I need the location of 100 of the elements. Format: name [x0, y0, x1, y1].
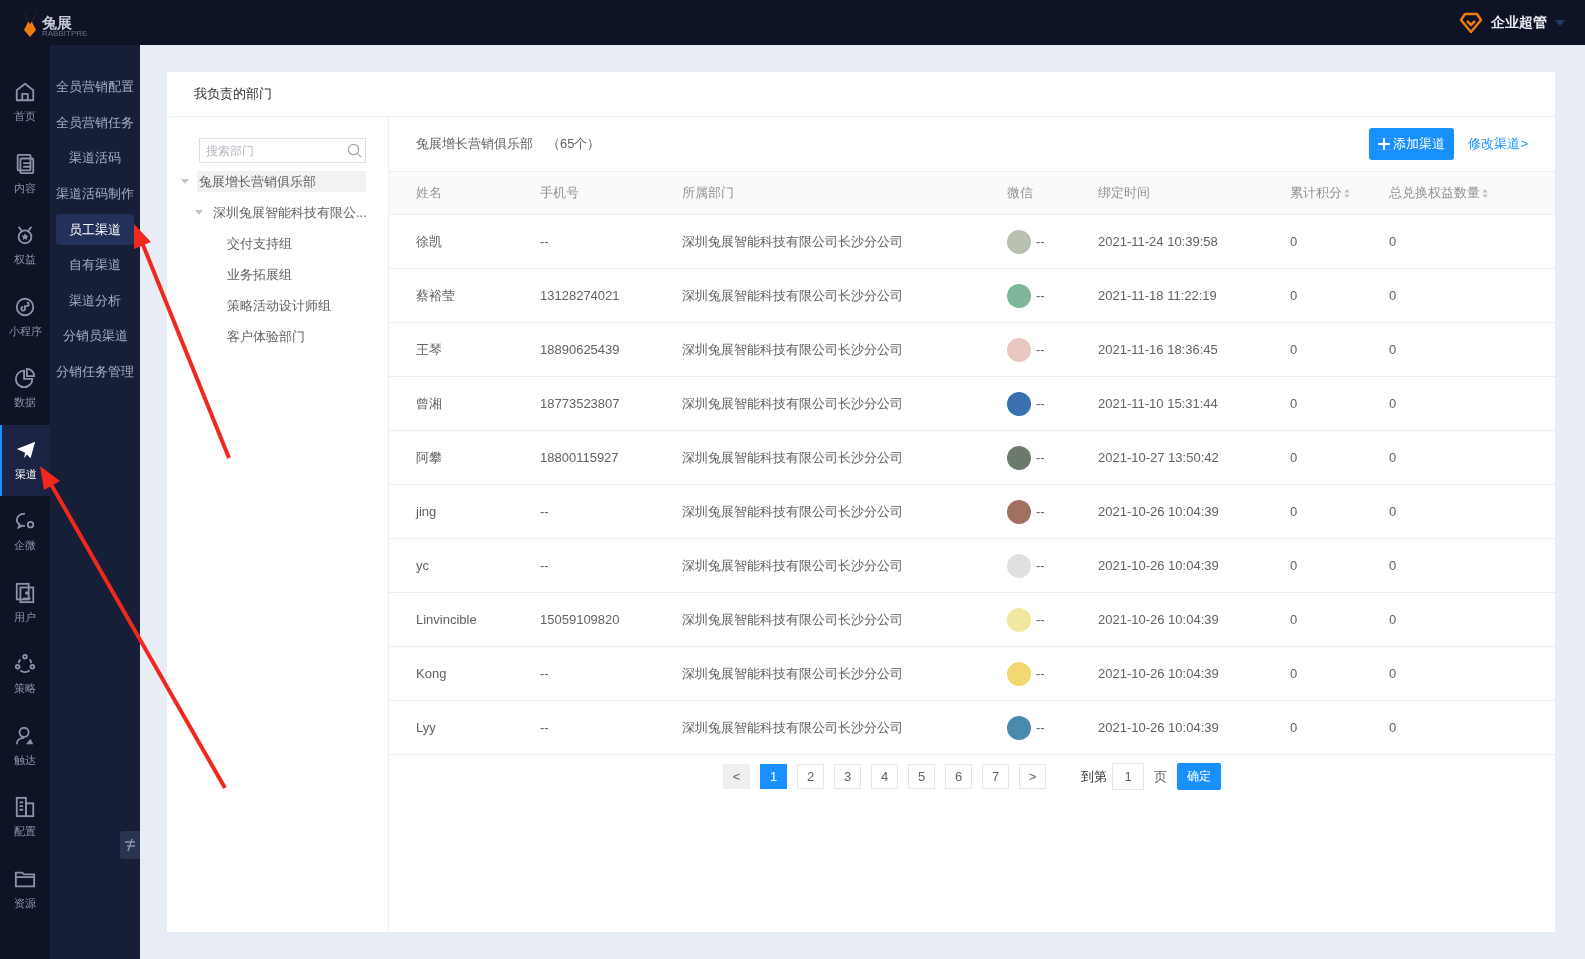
nav-item[interactable]: 渠道: [0, 424, 50, 496]
tree-item[interactable]: 兔展增长营销俱乐部: [197, 171, 366, 192]
submenu-item[interactable]: 分销任务管理: [56, 356, 134, 388]
table-cell: 2021-10-26 10:04:39: [1098, 504, 1219, 519]
table-cell: 深圳兔展智能科技有限公司长沙分公司: [682, 233, 903, 249]
table-cell: 0: [1290, 666, 1298, 681]
edit-channel-link[interactable]: 修改渠道>: [1468, 135, 1528, 153]
table-cell: --: [540, 666, 549, 681]
table-cell: --: [1036, 396, 1045, 411]
submenu-item[interactable]: 渠道分析: [56, 285, 134, 317]
logo-text: 兔展: [42, 14, 73, 30]
table-cell: 18890625439: [540, 342, 620, 357]
tree-item[interactable]: 客户体验部门: [225, 326, 366, 347]
table-cell: 深圳兔展智能科技有限公司长沙分公司: [682, 665, 903, 681]
submenu-item[interactable]: 分销员渠道: [56, 321, 134, 352]
table-cell: --: [1036, 234, 1045, 249]
table-cell: --: [1036, 450, 1045, 465]
home-icon[interactable]: [14, 81, 36, 104]
nav-item[interactable]: 用户: [0, 567, 50, 639]
submenu-item[interactable]: 自有渠道: [56, 249, 134, 281]
contact-card-icon[interactable]: [14, 581, 36, 604]
table-cell: 0: [1290, 288, 1298, 303]
tree-item[interactable]: 策略活动设计师组: [225, 295, 366, 316]
tree-item[interactable]: 业务拓展组: [225, 264, 366, 285]
user-name[interactable]: 企业超管: [1491, 13, 1547, 32]
page-button[interactable]: 6: [945, 764, 972, 789]
avatar-photo: [1007, 229, 1031, 254]
submenu-item[interactable]: 员工渠道: [56, 214, 134, 245]
prev-page-button[interactable]: <: [723, 764, 750, 789]
link-circle-icon[interactable]: [14, 295, 36, 318]
table-cell: 0: [1389, 720, 1397, 735]
pie-chart-icon[interactable]: [14, 367, 36, 390]
page-button[interactable]: 3: [834, 764, 861, 789]
search-field[interactable]: 搜索部门: [199, 138, 366, 163]
table-cell: 深圳兔展智能科技有限公司长沙分公司: [682, 395, 903, 411]
table-cell: 曾湘: [416, 395, 442, 411]
table-cell: 2021-10-26 10:04:39: [1098, 558, 1219, 573]
table-cell: Linvincible: [416, 612, 477, 627]
page-button[interactable]: 4: [871, 764, 898, 789]
collapse-button[interactable]: [120, 831, 140, 859]
table-cell: 0: [1389, 504, 1397, 519]
table-cell: --: [540, 558, 549, 573]
plus-icon: [1378, 138, 1391, 150]
nav-item[interactable]: 策略: [0, 639, 50, 711]
cycle-nodes-icon[interactable]: [14, 653, 36, 676]
tree-item[interactable]: 交付支持组: [225, 233, 366, 254]
table-cell: 0: [1389, 558, 1397, 573]
nav-item[interactable]: 内容: [0, 138, 50, 210]
table-cell: 深圳兔展智能科技有限公司长沙分公司: [682, 719, 903, 735]
table-cell: 王琴: [416, 341, 442, 357]
person-send-icon[interactable]: [14, 724, 36, 747]
documents-icon[interactable]: [14, 152, 36, 175]
nav-item[interactable]: 数据: [0, 353, 50, 425]
column-header: 微信: [1007, 184, 1033, 202]
table-cell: yc: [416, 558, 429, 573]
avatar-photo: [1007, 391, 1031, 416]
nav-item[interactable]: 配置: [0, 782, 50, 854]
submenu-item[interactable]: 全员营销配置: [56, 72, 134, 103]
buildings-icon[interactable]: [14, 796, 36, 819]
table-cell: 2021-10-26 10:04:39: [1098, 666, 1219, 681]
table-cell: 0: [1290, 234, 1298, 249]
diamond-icon: [1459, 10, 1483, 35]
table-cell: --: [540, 234, 549, 249]
goto-label: 到第: [1081, 767, 1107, 786]
submenu-item[interactable]: 渠道活码: [56, 143, 134, 174]
nav-item[interactable]: 小程序: [0, 281, 50, 353]
submenu-item[interactable]: 渠道活码制作: [56, 178, 134, 210]
table-cell: 0: [1290, 504, 1298, 519]
nav-item[interactable]: 资源: [0, 853, 50, 925]
collapse-icon[interactable]: [124, 838, 136, 852]
avatar-photo: [1007, 553, 1031, 578]
table-cell: --: [540, 720, 549, 735]
page-input-field[interactable]: 1: [1112, 763, 1144, 790]
next-page-button[interactable]: >: [1019, 764, 1046, 789]
avatar-photo: [1007, 661, 1031, 686]
table-cell: 2021-11-16 18:36:45: [1098, 342, 1218, 357]
table-cell: 0: [1389, 450, 1397, 465]
table-cell: 2021-11-10 15:31:44: [1098, 396, 1218, 411]
nav-item[interactable]: 触达: [0, 710, 50, 782]
table-cell: --: [1036, 612, 1045, 627]
table-cell: 0: [1389, 396, 1397, 411]
nav-item[interactable]: 权益: [0, 210, 50, 282]
table-cell: 0: [1389, 612, 1397, 627]
table-cell: 深圳兔展智能科技有限公司长沙分公司: [682, 503, 903, 519]
nav-item[interactable]: 企微: [0, 496, 50, 568]
table-cell: jing: [416, 504, 437, 519]
nav-item[interactable]: 首页: [0, 67, 50, 139]
page-button[interactable]: 7: [982, 764, 1009, 789]
table-cell: Kong: [416, 666, 447, 681]
tree-item[interactable]: 深圳兔展智能科技有限公...: [211, 202, 369, 223]
submenu-item[interactable]: 全员营销任务: [56, 107, 134, 139]
table-cell: 15059109820: [540, 612, 620, 627]
table-cell: 深圳兔展智能科技有限公司长沙分公司: [682, 287, 903, 303]
avatar-photo: [1007, 607, 1031, 632]
table-cell: 0: [1389, 288, 1397, 303]
table-cell: --: [1036, 504, 1045, 519]
page-button[interactable]: 5: [908, 764, 935, 789]
page-button[interactable]: 2: [797, 764, 824, 789]
column-header: 姓名: [416, 184, 442, 202]
table-cell: Lyy: [416, 720, 436, 735]
